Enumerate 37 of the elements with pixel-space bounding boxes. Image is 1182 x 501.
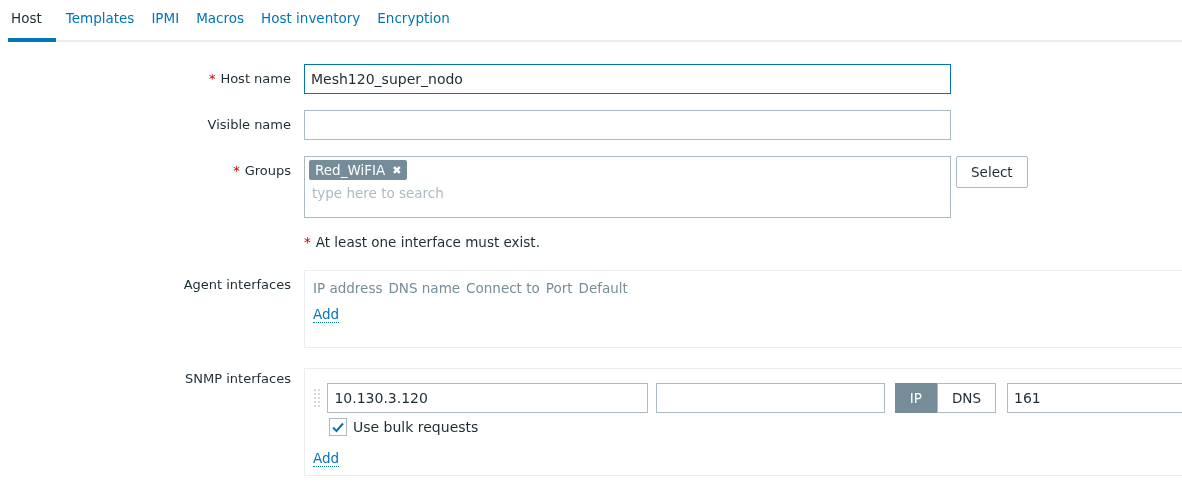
field-label: Visible name (207, 117, 291, 132)
select-button[interactable]: Select (956, 156, 1028, 188)
checkbox[interactable] (329, 418, 347, 436)
checkbox-label: Use bulk requests (353, 419, 479, 435)
required-mark: * (304, 234, 311, 250)
column-header: Connect to (466, 280, 540, 296)
column-header: Port (545, 280, 573, 296)
dns-name-field[interactable] (655, 383, 885, 413)
required-mark: * (233, 163, 240, 178)
column-header: DNS name (388, 280, 461, 296)
tab[interactable]: Encryption (374, 0, 457, 42)
validation-message: At least one interface must exist. (315, 234, 540, 250)
field-label: Groups (244, 163, 291, 178)
tab[interactable]: Host inventory (258, 0, 368, 42)
connect-to-toggle[interactable]: DNS (936, 383, 996, 413)
host-name-field[interactable]: Mesh120_super_nodo (304, 64, 951, 94)
tag-label: Red_WiFIA (315, 162, 386, 178)
remove-icon[interactable]: ✖ (392, 163, 402, 177)
column-header: Default (578, 280, 628, 296)
groups-field[interactable]: Red_WiFIA ✖ type here to search (304, 156, 951, 218)
tab[interactable]: Templates (62, 0, 142, 42)
column-header: IP address (313, 280, 383, 296)
tab[interactable]: Macros (193, 0, 252, 42)
ip-address-field[interactable]: 10.130.3.120 (327, 383, 648, 413)
tab[interactable]: Host (8, 0, 56, 42)
port-field[interactable]: 161 (1007, 383, 1182, 413)
required-mark: * (208, 71, 216, 86)
visible-name-field[interactable] (304, 110, 951, 140)
add-link[interactable]: Add (313, 450, 340, 467)
tab[interactable]: IPMI (148, 0, 187, 42)
field-label: Host name (220, 71, 291, 86)
drag-handle-icon[interactable] (313, 388, 321, 408)
add-link[interactable]: Add (313, 306, 340, 323)
check-icon (331, 420, 345, 434)
connect-to-toggle[interactable]: IP (894, 383, 937, 413)
field-label: Agent interfaces (183, 277, 291, 292)
field-label: SNMP interfaces (185, 371, 291, 386)
